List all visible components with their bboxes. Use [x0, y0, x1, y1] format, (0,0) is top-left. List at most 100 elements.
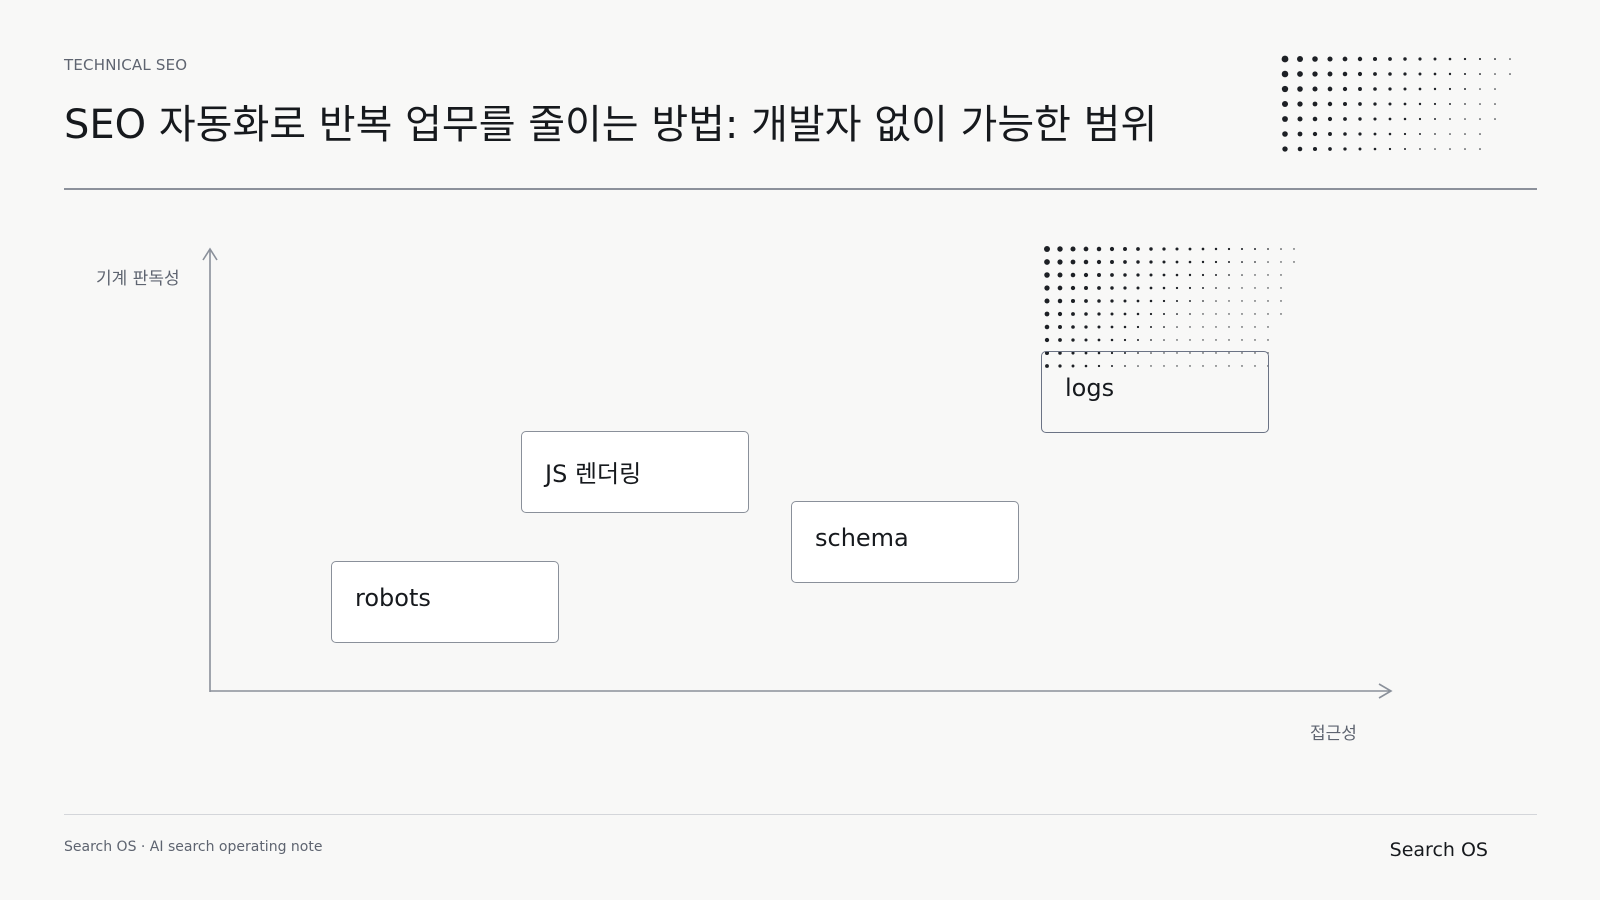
halftone-dot	[1109, 246, 1115, 252]
halftone-dot	[1097, 338, 1101, 342]
halftone-dot	[1123, 299, 1127, 303]
halftone-dot	[1267, 339, 1269, 341]
halftone-dot	[1202, 326, 1204, 328]
halftone-dot	[1136, 260, 1140, 264]
halftone-dot	[1215, 274, 1217, 276]
card-label: robots	[355, 584, 431, 612]
halftone-dot	[1189, 339, 1191, 341]
halftone-dot	[1110, 260, 1114, 264]
halftone-dot	[1280, 287, 1282, 289]
halftone-dot	[1215, 339, 1217, 341]
halftone-dot	[1254, 274, 1256, 276]
halftone-dot	[1228, 287, 1230, 289]
halftone-dot	[1149, 299, 1153, 303]
halftone-dot	[1189, 313, 1191, 315]
halftone-dot	[1175, 247, 1179, 251]
card-label: schema	[815, 524, 909, 552]
halftone-dot	[1083, 285, 1089, 291]
halftone-dot	[1254, 326, 1256, 328]
halftone-dot	[1110, 312, 1114, 316]
halftone-dot	[1149, 247, 1153, 251]
halftone-dot	[1241, 339, 1243, 341]
halftone-dot	[1175, 260, 1179, 264]
halftone-dot	[1058, 325, 1062, 329]
halftone-dot	[1136, 338, 1140, 342]
halftone-dot	[1083, 246, 1089, 252]
halftone-dot	[1189, 326, 1191, 328]
halftone-dot	[1175, 273, 1179, 277]
halftone-dot	[1202, 313, 1204, 315]
halftone-dot	[1254, 261, 1256, 263]
halftone-dot	[1044, 337, 1050, 343]
halftone-dot	[1162, 312, 1166, 316]
halftone-dot	[1149, 286, 1153, 290]
halftone-dot	[1241, 300, 1243, 302]
halftone-dot	[1149, 325, 1153, 329]
halftone-dot	[1280, 261, 1282, 263]
halftone-dot	[1044, 324, 1050, 330]
halftone-dot	[1084, 325, 1088, 329]
halftone-dot	[1070, 272, 1076, 278]
halftone-dot	[1267, 274, 1269, 276]
halftone-dot	[1057, 298, 1063, 304]
halftone-dot	[1097, 312, 1101, 316]
halftone-dot	[1228, 300, 1230, 302]
halftone-dot	[1189, 300, 1191, 302]
card-robots: robots	[331, 561, 559, 643]
halftone-dot	[1123, 247, 1127, 251]
halftone-dot	[1084, 338, 1088, 342]
halftone-dot	[1293, 248, 1295, 250]
halftone-dot	[1083, 259, 1089, 265]
halftone-dot	[1097, 299, 1101, 303]
halftone-dot	[1110, 325, 1114, 329]
card-logs: logs	[1041, 351, 1269, 433]
halftone-dot	[1215, 313, 1217, 315]
halftone-dot	[1202, 300, 1204, 302]
halftone-dot	[1267, 287, 1269, 289]
halftone-dot	[1254, 300, 1256, 302]
halftone-dot	[1254, 248, 1256, 250]
halftone-dot	[1136, 325, 1140, 329]
halftone-dot	[1241, 326, 1243, 328]
halftone-dot	[1241, 313, 1243, 315]
halftone-dot	[1123, 325, 1127, 329]
halftone-dot	[1057, 246, 1063, 252]
halftone-dot	[1123, 260, 1127, 264]
halftone-dot	[1083, 272, 1089, 278]
halftone-dot	[1070, 246, 1076, 252]
halftone-dot	[1057, 285, 1063, 291]
card-js-rendering: JS 렌더링	[521, 431, 749, 513]
halftone-dot	[1110, 273, 1114, 277]
halftone-dot	[1110, 286, 1114, 290]
card-schema: schema	[791, 501, 1019, 583]
halftone-dot	[1176, 313, 1178, 315]
halftone-dot	[1176, 339, 1178, 341]
halftone-dot	[1071, 338, 1075, 342]
halftone-dot	[1228, 313, 1230, 315]
halftone-dot	[1176, 326, 1178, 328]
halftone-dot	[1202, 287, 1204, 289]
halftone-dot	[1044, 298, 1050, 304]
halftone-dot	[1215, 300, 1217, 302]
halftone-dot	[1280, 313, 1282, 315]
halftone-dot	[1280, 248, 1282, 250]
halftone-dot	[1071, 312, 1075, 316]
halftone-dot	[1123, 312, 1127, 316]
diagram-axes	[202, 247, 1393, 699]
halftone-dot	[1188, 247, 1192, 251]
card-label: logs	[1065, 374, 1115, 402]
halftone-dot	[1084, 299, 1088, 303]
halftone-dot	[1215, 287, 1217, 289]
halftone-dot	[1057, 311, 1063, 317]
footer-brand: Search OS	[1389, 839, 1488, 861]
halftone-dot	[1202, 339, 1204, 341]
halftone-dot	[1241, 261, 1243, 263]
halftone-dot	[1267, 248, 1269, 250]
footer-note: Search OS · AI search operating note	[64, 839, 323, 855]
halftone-dot	[1136, 273, 1140, 277]
halftone-dot	[1241, 274, 1243, 276]
footer-divider	[64, 814, 1537, 815]
halftone-dot	[1162, 260, 1166, 264]
halftone-dot	[1267, 261, 1269, 263]
halftone-dot	[1070, 259, 1076, 265]
